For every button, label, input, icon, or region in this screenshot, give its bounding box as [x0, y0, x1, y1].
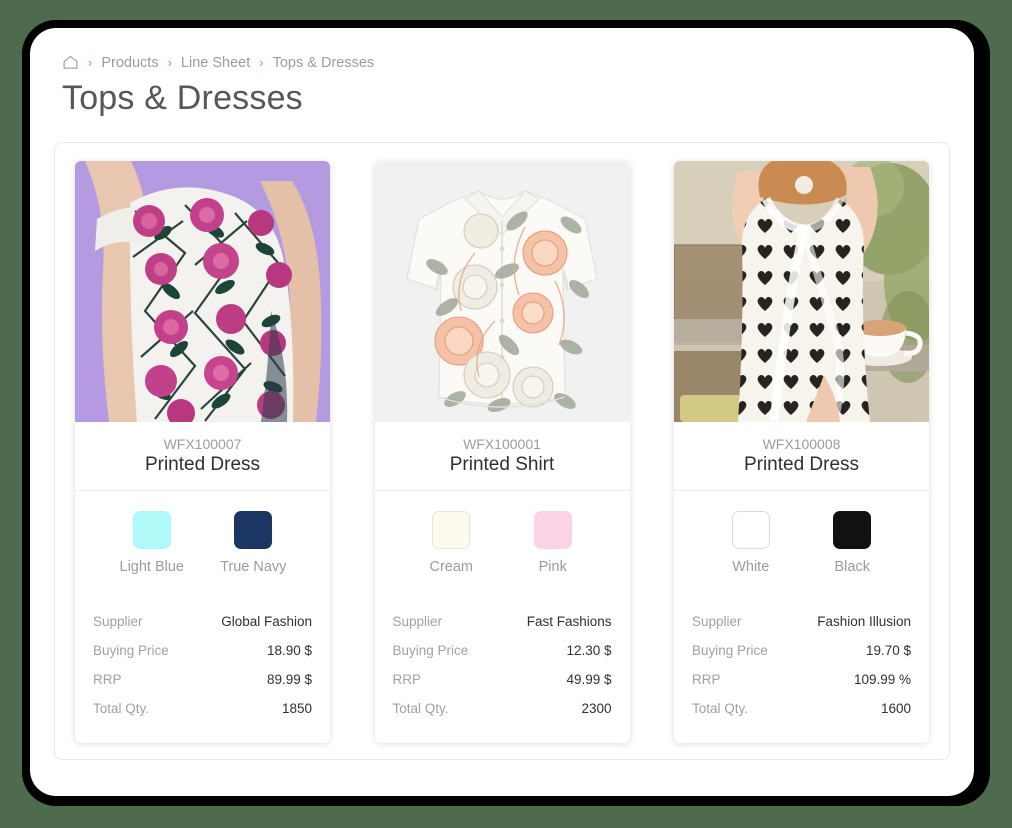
- detail-value: 18.90 $: [266, 643, 312, 658]
- product-card[interactable]: WFX100007 Printed Dress Light Blue True …: [75, 161, 330, 743]
- detail-row-buying-price: Buying Price 12.30 $: [393, 636, 612, 665]
- color-options: Light Blue True Navy: [75, 491, 330, 591]
- detail-value: 89.99 $: [266, 672, 312, 687]
- color-swatch[interactable]: [533, 511, 572, 549]
- detail-value: 1850: [281, 701, 312, 716]
- detail-value: 12.30 $: [566, 643, 612, 658]
- breadcrumb-item-tops-dresses[interactable]: Tops & Dresses: [273, 55, 375, 71]
- product-sku: WFX100001: [463, 436, 541, 452]
- detail-row-supplier: Supplier Fashion Illusion: [692, 607, 911, 636]
- color-option[interactable]: Black: [809, 511, 895, 575]
- detail-row-rrp: RRP 89.99 $: [93, 665, 312, 694]
- color-option[interactable]: White: [708, 511, 794, 575]
- product-image-floral-dress[interactable]: [75, 161, 330, 422]
- detail-label: Buying Price: [692, 643, 768, 658]
- color-swatch[interactable]: [132, 511, 171, 549]
- color-swatch[interactable]: [432, 511, 471, 549]
- detail-label: Total Qty.: [93, 701, 150, 716]
- page-title: Tops & Dresses: [62, 79, 303, 117]
- product-sku: WFX100007: [163, 436, 242, 452]
- product-details: Supplier Fast Fashions Buying Price 12.3…: [375, 591, 630, 743]
- detail-value: 2300: [581, 701, 612, 716]
- breadcrumb-separator-1: ›: [88, 55, 93, 70]
- detail-label: RRP: [93, 672, 122, 687]
- color-label: True Navy: [220, 559, 287, 575]
- color-option[interactable]: Cream: [408, 511, 494, 575]
- detail-value: 19.70 $: [865, 643, 911, 658]
- detail-row-supplier: Supplier Fast Fashions: [393, 607, 612, 636]
- card-header: WFX100007 Printed Dress: [75, 422, 330, 491]
- color-option[interactable]: Pink: [510, 511, 596, 575]
- detail-row-buying-price: Buying Price 18.90 $: [93, 636, 312, 665]
- detail-value: Fast Fashions: [526, 614, 612, 629]
- product-card[interactable]: WFX100001 Printed Shirt Cream Pink Suppl…: [374, 161, 630, 743]
- detail-row-total-qty: Total Qty. 1850: [93, 694, 312, 723]
- breadcrumb: › Products › Line Sheet › Tops & Dresses: [30, 28, 974, 71]
- card-header: WFX100008 Printed Dress: [674, 422, 929, 491]
- detail-label: Total Qty.: [692, 701, 749, 716]
- detail-row-supplier: Supplier Global Fashion: [93, 607, 312, 636]
- detail-label: Total Qty.: [392, 701, 449, 716]
- product-image-heart-print-dress[interactable]: [674, 161, 929, 422]
- color-option[interactable]: True Navy: [210, 511, 296, 575]
- detail-value: 49.99 $: [566, 672, 612, 687]
- detail-row-buying-price: Buying Price 19.70 $: [692, 636, 911, 665]
- color-swatch[interactable]: [731, 511, 770, 549]
- breadcrumb-separator-2: ›: [167, 55, 172, 70]
- detail-value: Fashion Illusion: [817, 614, 911, 629]
- detail-row-rrp: RRP 49.99 $: [393, 665, 612, 694]
- color-swatch[interactable]: [833, 511, 872, 549]
- color-options: White Black: [674, 491, 929, 591]
- product-details: Supplier Fashion Illusion Buying Price 1…: [674, 591, 929, 743]
- detail-value: Global Fashion: [221, 614, 312, 629]
- product-name: Printed Shirt: [449, 454, 555, 475]
- home-icon[interactable]: [62, 54, 79, 71]
- detail-value: 109.99 %: [853, 672, 911, 687]
- breadcrumb-item-line-sheet[interactable]: Line Sheet: [181, 55, 250, 71]
- breadcrumb-item-products[interactable]: Products: [101, 55, 158, 71]
- color-label: Black: [834, 559, 870, 575]
- card-header: WFX100001 Printed Shirt: [374, 422, 630, 491]
- breadcrumb-separator-3: ›: [259, 55, 264, 70]
- detail-label: RRP: [392, 672, 422, 687]
- product-card-grid: WFX100007 Printed Dress Light Blue True …: [73, 161, 931, 743]
- color-label: Cream: [429, 559, 473, 575]
- detail-row-total-qty: Total Qty. 2300: [393, 694, 612, 723]
- detail-label: Supplier: [692, 614, 742, 629]
- detail-label: Buying Price: [392, 643, 469, 658]
- detail-label: RRP: [692, 672, 721, 687]
- color-label: Pink: [538, 559, 567, 575]
- product-sku: WFX100008: [762, 436, 841, 452]
- color-options: Cream Pink: [375, 491, 630, 591]
- detail-value: 1600: [880, 701, 911, 716]
- color-option[interactable]: Light Blue: [109, 511, 195, 575]
- detail-label: Buying Price: [93, 643, 169, 658]
- product-name: Printed Dress: [743, 454, 860, 475]
- product-panel: WFX100007 Printed Dress Light Blue True …: [54, 142, 950, 760]
- color-label: Light Blue: [119, 559, 185, 575]
- product-image-floral-shirt[interactable]: [374, 161, 630, 422]
- color-label: White: [732, 559, 770, 575]
- detail-row-total-qty: Total Qty. 1600: [692, 694, 911, 723]
- product-name: Printed Dress: [144, 454, 261, 475]
- color-swatch[interactable]: [234, 511, 273, 549]
- detail-row-rrp: RRP 109.99 %: [692, 665, 911, 694]
- device-frame: › Products › Line Sheet › Tops & Dresses…: [22, 20, 990, 806]
- product-card[interactable]: WFX100008 Printed Dress White Black Supp…: [674, 161, 929, 743]
- detail-label: Supplier: [392, 614, 443, 629]
- detail-label: Supplier: [93, 614, 143, 629]
- product-details: Supplier Global Fashion Buying Price 18.…: [75, 591, 330, 743]
- page-surface: › Products › Line Sheet › Tops & Dresses…: [30, 28, 974, 796]
